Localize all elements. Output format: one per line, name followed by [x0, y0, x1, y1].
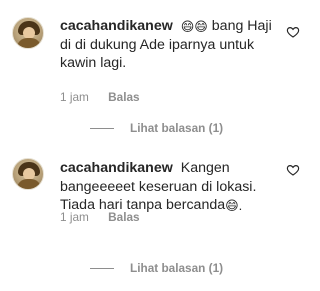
replies-divider — [90, 267, 114, 269]
comment-time: 1 jam — [60, 90, 89, 104]
replies-divider — [90, 127, 114, 129]
emoji-grin: 😄😄 — [180, 19, 208, 34]
view-replies-label: Lihat balasan (1) — [130, 261, 224, 275]
comment-meta: 1 jam Balas — [60, 210, 140, 224]
reply-button[interactable]: Balas — [108, 210, 139, 224]
avatar-body — [17, 38, 41, 48]
comment-username[interactable]: cacahandikanew — [60, 160, 173, 176]
heart-icon[interactable] — [286, 163, 300, 177]
reply-button[interactable]: Balas — [108, 90, 139, 104]
avatar-body — [17, 179, 41, 189]
comment-meta: 1 jam Balas — [60, 90, 140, 104]
view-replies-button[interactable]: Lihat balasan (1) — [90, 261, 223, 275]
view-replies-button[interactable]: Lihat balasan (1) — [90, 121, 223, 135]
emoji-grin: 😄. — [225, 198, 243, 213]
comment-text: cacahandikanew Kangen bangeeeeet keserua… — [60, 159, 280, 215]
comment-username[interactable]: cacahandikanew — [60, 18, 173, 34]
avatar[interactable] — [12, 17, 44, 49]
heart-icon[interactable] — [286, 25, 300, 39]
comment-time: 1 jam — [60, 210, 89, 224]
view-replies-label: Lihat balasan (1) — [130, 121, 224, 135]
comment-text: cacahandikanew 😄😄 bang Haji di di dukung… — [60, 17, 280, 73]
avatar[interactable] — [12, 158, 44, 190]
